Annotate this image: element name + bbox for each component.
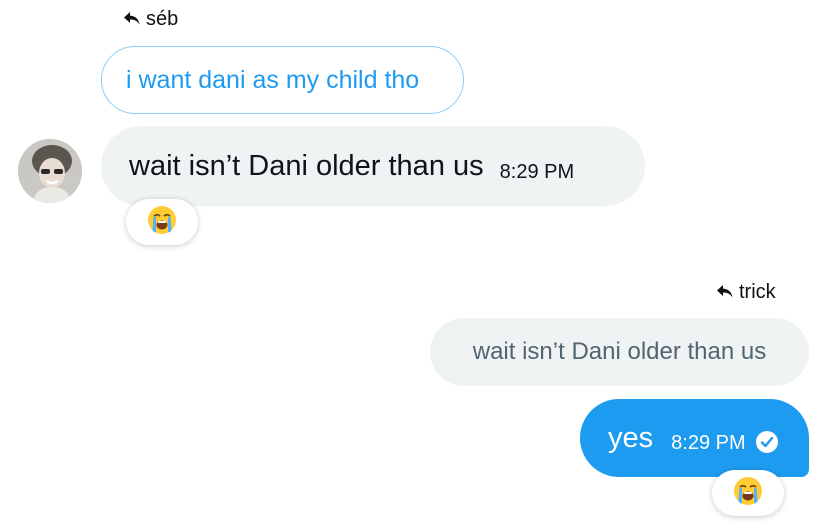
reply-arrow-icon <box>124 12 140 26</box>
quoted-message-text: i want dani as my child tho <box>126 65 420 94</box>
avatar[interactable] <box>18 139 82 203</box>
reply-indicator-incoming: séb <box>124 6 178 32</box>
reply-indicator-outgoing: trick <box>717 279 776 305</box>
message-time: 8:29 PM <box>671 431 746 454</box>
message-text: yes <box>608 421 654 454</box>
message-bubble-incoming[interactable]: wait isn’t Dani older than us 8:29 PM <box>101 126 645 206</box>
quoted-message[interactable]: wait isn’t Dani older than us <box>430 318 809 386</box>
reply-arrow-icon <box>717 285 733 299</box>
reply-to-name: trick <box>739 280 776 303</box>
reaction-badge[interactable] <box>126 199 198 245</box>
quoted-message[interactable]: i want dani as my child tho <box>101 46 464 114</box>
message-time: 8:29 PM <box>499 160 575 183</box>
loudly-crying-face-icon <box>733 476 763 511</box>
avatar-photo <box>18 139 82 203</box>
message-bubble-outgoing[interactable]: yes 8:29 PM <box>580 399 809 477</box>
check-circle-icon <box>755 431 778 453</box>
quoted-message-text: wait isn’t Dani older than us <box>472 338 767 365</box>
message-text: wait isn’t Dani older than us <box>129 149 484 182</box>
reply-to-name: séb <box>146 7 179 30</box>
loudly-crying-face-icon <box>147 205 177 240</box>
reaction-badge[interactable] <box>712 470 784 516</box>
